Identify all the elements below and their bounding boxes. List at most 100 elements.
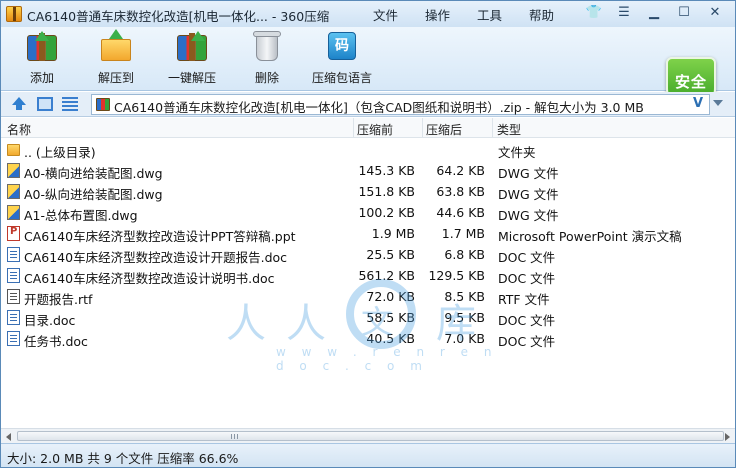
file-row[interactable]: A1-总体布置图.dwg 100.2 KB 44.6 KB DWG 文件 [1, 202, 735, 223]
file-size-after: 8.5 KB [444, 289, 485, 304]
column-name[interactable]: 名称 [7, 121, 31, 138]
menu-tools[interactable]: 工具 [477, 5, 502, 24]
file-type: DOC 文件 [498, 271, 556, 286]
file-size-before: 25.5 KB [366, 247, 415, 262]
ppt-file-icon [7, 226, 20, 241]
menu-operation[interactable]: 操作 [425, 5, 450, 24]
address-row: CA6140普通车床数控化改造[机电一体化]（包含CAD图纸和说明书）.zip … [1, 92, 735, 117]
file-type: DWG 文件 [498, 166, 559, 181]
file-name: A1-总体布置图.dwg [24, 208, 138, 223]
file-type: 文件夹 [498, 145, 536, 160]
address-path: CA6140普通车床数控化改造[机电一体化]（包含CAD图纸和说明书）.zip … [114, 100, 644, 115]
file-type: DOC 文件 [498, 313, 556, 328]
file-size-after: 129.5 KB [428, 268, 485, 283]
archive-language-button[interactable]: 码 压缩包语言 [307, 31, 377, 89]
file-size-after: 64.2 KB [436, 163, 485, 178]
app-logo-icon [6, 6, 22, 22]
file-name: CA6140车床经济型数控改造设计PPT答辩稿.ppt [24, 229, 296, 244]
window-title: CA6140普通车床数控化改造[机电一体化... - 360压缩 [27, 9, 330, 24]
file-size-before: 151.8 KB [358, 184, 415, 199]
file-list: 名称 压缩前 压缩后 类型 .. (上级目录) 文件夹 A0-横向进给装配图.dwg… [1, 118, 735, 428]
file-type: DWG 文件 [498, 208, 559, 223]
file-size-after: 1.7 MB [441, 226, 485, 241]
file-row[interactable]: 任务书.doc 40.5 KB 7.0 KB DOC 文件 [1, 328, 735, 349]
doc-file-icon [7, 247, 20, 262]
thumbnail-view-icon[interactable] [37, 97, 53, 111]
toolbar: 添加 解压到 一键解压 删除 码 压缩包语言 安全 [1, 27, 735, 113]
file-type: DWG 文件 [498, 187, 559, 202]
dwg-file-icon [7, 205, 20, 220]
rtf-file-icon [7, 289, 20, 304]
file-size-after: 44.6 KB [436, 205, 485, 220]
archive-language-icon: 码 [325, 31, 359, 63]
file-row[interactable]: 目录.doc 58.5 KB 9.5 KB DOC 文件 [1, 307, 735, 328]
maximize-icon[interactable]: ☐ [673, 4, 695, 22]
file-name: 目录.doc [24, 313, 76, 328]
file-row[interactable]: .. (上级目录) 文件夹 [1, 139, 735, 160]
file-type: RTF 文件 [498, 292, 550, 307]
skin-icon[interactable]: 👕 [583, 4, 605, 22]
file-size-before: 1.9 MB [371, 226, 415, 241]
file-size-before: 100.2 KB [358, 205, 415, 220]
file-name: A0-纵向进给装配图.dwg [24, 187, 163, 202]
extract-to-icon [99, 29, 133, 63]
file-name: .. (上级目录) [24, 145, 96, 160]
status-bar: 大小: 2.0 MB 共 9 个文件 压缩率 66.6% [1, 443, 735, 467]
file-name: 开题报告.rtf [24, 292, 93, 307]
address-bar[interactable]: CA6140普通车床数控化改造[机电一体化]（包含CAD图纸和说明书）.zip … [91, 94, 710, 115]
menu-help[interactable]: 帮助 [529, 5, 554, 24]
extract-to-button[interactable]: 解压到 [81, 29, 151, 89]
file-name: 任务书.doc [24, 334, 88, 349]
doc-file-icon [7, 310, 20, 325]
app-window: CA6140普通车床数控化改造[机电一体化... - 360压缩 文件 操作 工… [0, 0, 736, 468]
close-icon[interactable]: ✕ [704, 4, 726, 22]
up-arrow-icon[interactable] [11, 97, 27, 111]
column-type[interactable]: 类型 [497, 121, 521, 138]
file-row[interactable]: A0-纵向进给装配图.dwg 151.8 KB 63.8 KB DWG 文件 [1, 181, 735, 202]
one-click-extract-icon [175, 31, 209, 63]
scroll-thumb[interactable] [17, 431, 724, 441]
file-row[interactable]: CA6140车床经济型数控改造设计说明书.doc 561.2 KB 129.5 KB… [1, 265, 735, 286]
file-type: DOC 文件 [498, 250, 556, 265]
file-row[interactable]: CA6140车床经济型数控改造设计开题报告.doc 25.5 KB 6.8 KB DO… [1, 244, 735, 265]
menu-file[interactable]: 文件 [373, 5, 398, 24]
file-type: Microsoft PowerPoint 演示文稿 [498, 229, 682, 244]
doc-file-icon [7, 331, 20, 346]
file-row[interactable]: 开题报告.rtf 72.0 KB 8.5 KB RTF 文件 [1, 286, 735, 307]
one-click-extract-button[interactable]: 一键解压 [157, 31, 227, 89]
menu-icon[interactable]: ☰ [613, 4, 635, 22]
security-label: 安全 [674, 73, 707, 91]
file-size-after: 6.8 KB [444, 247, 485, 262]
file-size-after: 9.5 KB [444, 310, 485, 325]
file-name: CA6140车床经济型数控改造设计开题报告.doc [24, 250, 288, 265]
grip-icon [231, 434, 239, 439]
file-size-before: 72.0 KB [366, 289, 415, 304]
column-packed[interactable]: 压缩后 [426, 121, 462, 138]
title-bar[interactable]: CA6140普通车床数控化改造[机电一体化... - 360压缩 文件 操作 工… [1, 1, 735, 27]
doc-file-icon [7, 268, 20, 283]
dwg-file-icon [7, 184, 20, 199]
file-size-after: 7.0 KB [444, 331, 485, 346]
horizontal-scrollbar[interactable] [1, 428, 735, 443]
minimize-icon[interactable]: ▁ [643, 4, 665, 22]
status-text: 大小: 2.0 MB 共 9 个文件 压缩率 66.6% [7, 451, 239, 466]
add-button[interactable]: 添加 [7, 31, 77, 89]
file-row[interactable]: A0-横向进给装配图.dwg 145.3 KB 64.2 KB DWG 文件 [1, 160, 735, 181]
scroll-right-icon[interactable] [725, 433, 730, 441]
file-type: DOC 文件 [498, 334, 556, 349]
chevron-down-icon[interactable] [713, 100, 723, 106]
file-name: CA6140车床经济型数控改造设计说明书.doc [24, 271, 275, 286]
list-header: 名称 压缩前 压缩后 类型 [1, 118, 735, 138]
list-view-icon[interactable] [62, 97, 78, 111]
folder-file-icon [7, 144, 20, 156]
file-size-before: 40.5 KB [366, 331, 415, 346]
archive-icon [96, 98, 110, 111]
delete-button[interactable]: 删除 [232, 31, 302, 89]
add-archive-icon [25, 31, 59, 63]
file-size-before: 58.5 KB [366, 310, 415, 325]
column-compressed[interactable]: 压缩前 [357, 121, 393, 138]
scroll-left-icon[interactable] [6, 433, 11, 441]
verified-icon[interactable]: V [693, 96, 703, 111]
file-size-after: 63.8 KB [436, 184, 485, 199]
file-row[interactable]: CA6140车床经济型数控改造设计PPT答辩稿.ppt 1.9 MB 1.7 MB M… [1, 223, 735, 244]
